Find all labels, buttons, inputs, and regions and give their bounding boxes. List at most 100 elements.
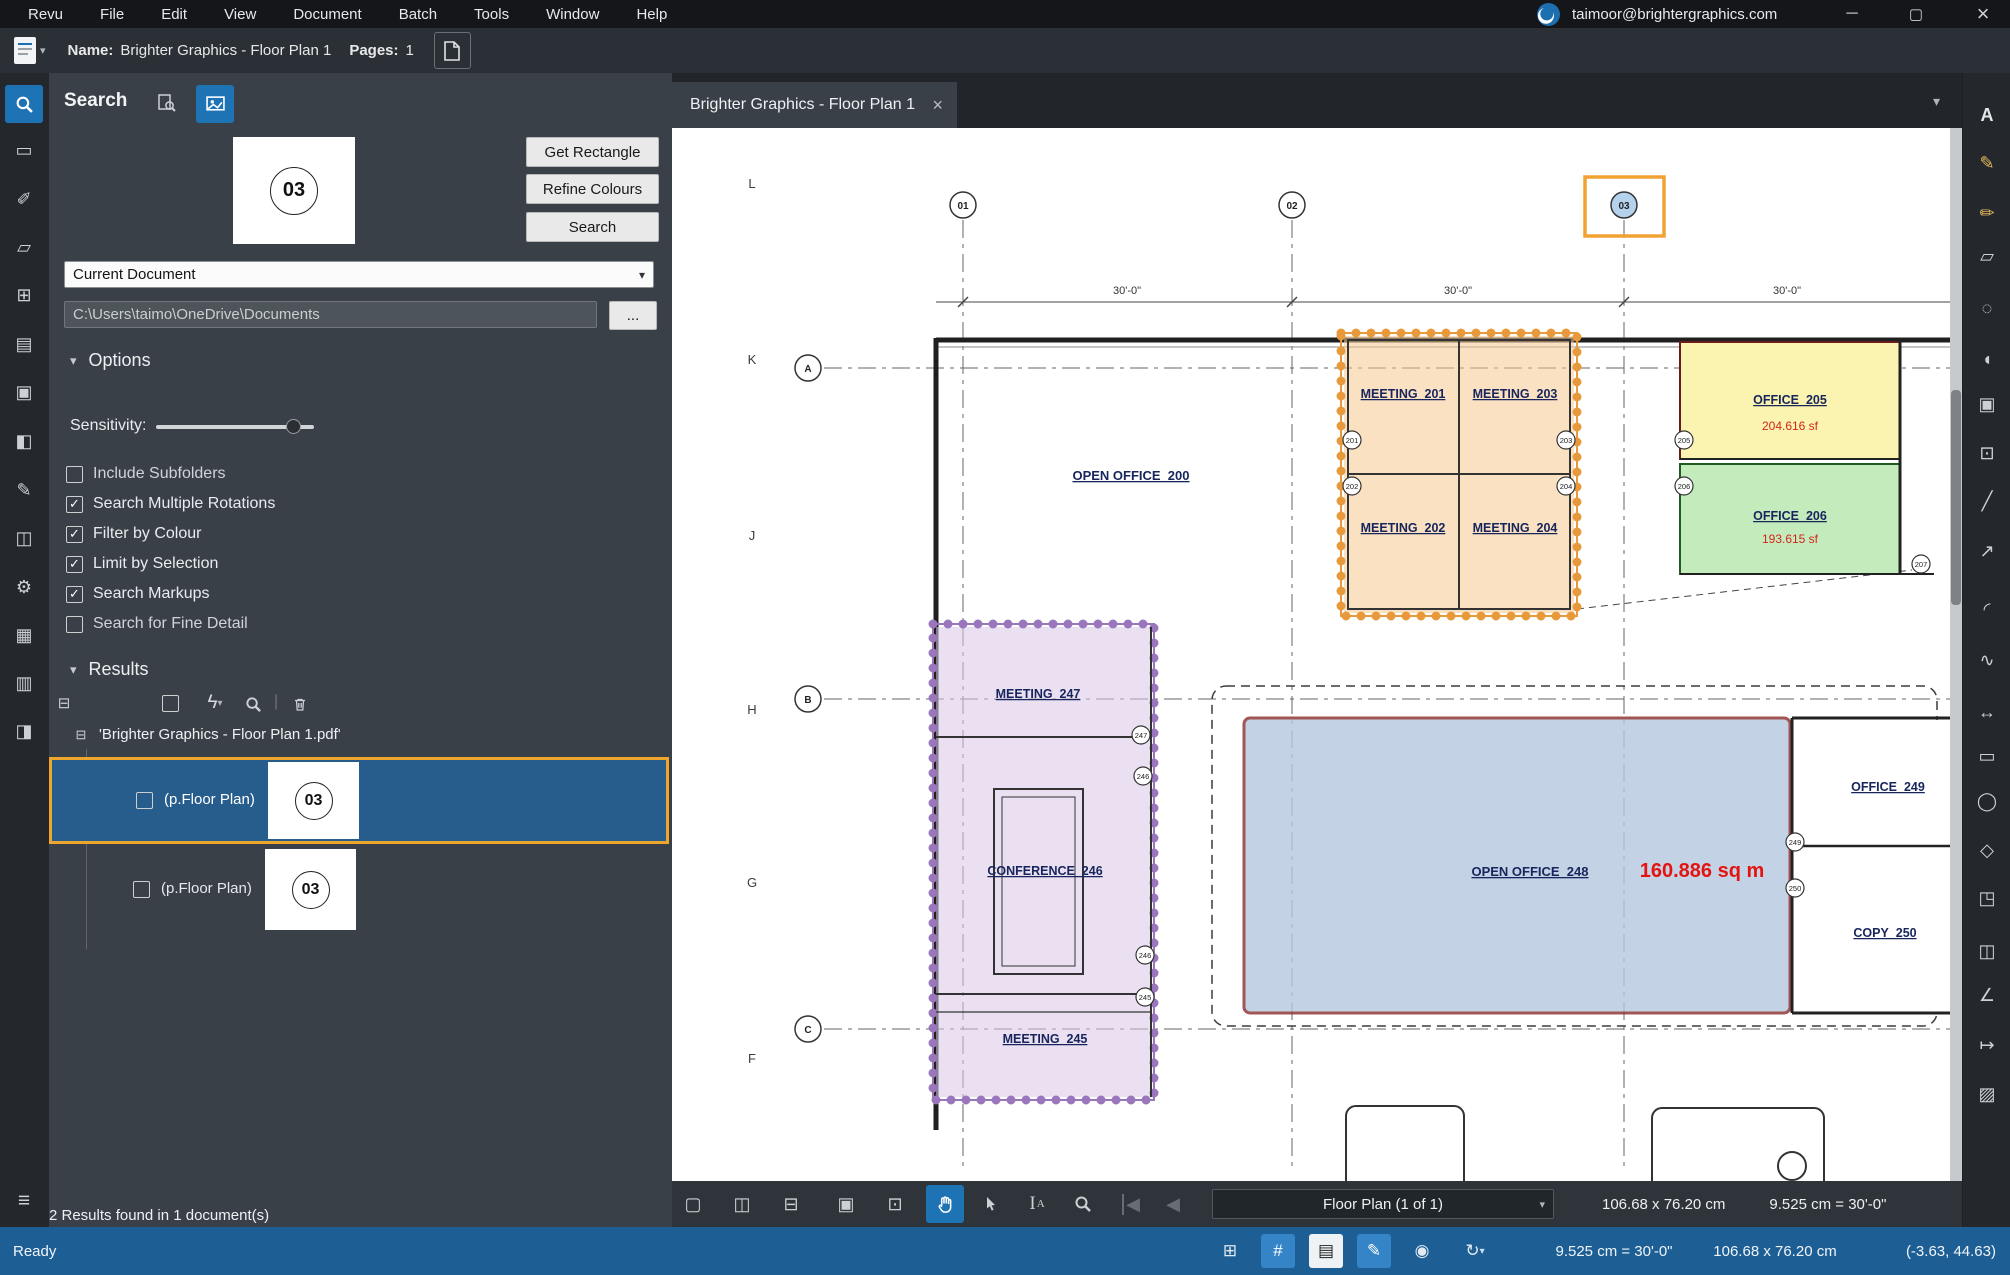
links-icon[interactable]: ◨ [5,712,43,750]
pen-tool-icon[interactable]: ✏ [1968,194,2006,232]
markup-list-icon[interactable]: ≡ [5,1182,43,1220]
checkbox-icon[interactable]: ✓ [66,496,83,513]
sensitivity-slider-knob[interactable] [286,419,301,434]
menu-tools[interactable]: Tools [474,6,509,23]
document-menu-button[interactable]: ▾ [14,37,46,64]
text-search-mode-icon[interactable] [149,85,185,121]
checkbox-search-multiple-rotations[interactable]: ✓ Search Multiple Rotations [66,495,275,513]
spaces-icon[interactable]: ▱ [5,228,43,266]
browse-button[interactable]: ... [609,301,657,330]
maximize-button[interactable]: ▢ [1899,0,1933,28]
snap-to-markup-icon[interactable]: ✎ [1357,1234,1391,1268]
polygon-tool-icon[interactable]: ◇ [1968,831,2006,869]
open-office-248-markup[interactable]: OPEN OFFICE 248 160.886 sq m [1244,718,1790,1013]
tool-chest-icon[interactable]: ▥ [5,664,43,702]
snap-to-content-icon[interactable]: ▤ [1309,1234,1343,1268]
sets-icon[interactable]: ◫ [5,519,43,557]
insert-pages-button[interactable] [434,32,471,69]
search-panel-icon[interactable] [5,85,43,123]
first-page-icon[interactable]: ◀ [1112,1185,1150,1223]
visual-search-mode-icon[interactable] [196,85,234,123]
checkbox-filter-by-colour[interactable]: ✓ Filter by Colour [66,525,201,543]
lasso-tool-icon[interactable]: ◌ [1968,289,2006,327]
search-scope-select[interactable]: Current Document ▾ [64,261,654,288]
minimize-button[interactable]: ─ [1835,0,1869,28]
floor-plan-canvas[interactable]: 30'-0" 30'-0" 30'-0" L K J H G F 01 02 0… [672,128,1950,1181]
reuse-markup-icon[interactable]: ↻▾ [1453,1234,1497,1268]
document-tab[interactable]: Brighter Graphics - Floor Plan 1 × [672,82,957,128]
ink-icon[interactable]: ◉ [1405,1234,1439,1268]
checkbox-search-markups[interactable]: ✓ Search Markups [66,585,210,603]
zoom-tool-icon[interactable] [1064,1185,1102,1223]
studio-icon[interactable]: ▦ [5,616,43,654]
text-select-tool-icon[interactable]: IA [1018,1185,1056,1223]
grid-icon[interactable]: ⊞ [1213,1234,1247,1268]
search-preview-thumbnail[interactable]: 03 [233,137,355,244]
compare-tool-icon[interactable]: ◫ [1968,932,2006,970]
collapse-all-icon[interactable]: ⊟ [54,693,74,713]
result-thumbnail[interactable]: 03 [265,849,356,930]
menu-document[interactable]: Document [293,6,361,23]
search-result-row[interactable]: ✓ (p.Floor Plan) 03 [49,844,669,936]
measure-tool-icon[interactable]: ↦ [1968,1026,2006,1064]
refine-colours-button[interactable]: Refine Colours [526,174,659,204]
get-rectangle-button[interactable]: Get Rectangle [526,137,659,167]
image-tool-icon[interactable]: ▣ [1968,385,2006,423]
checkbox-icon[interactable]: ✓ [66,586,83,603]
zoom-to-result-icon[interactable] [241,693,265,715]
pan-tool-icon[interactable] [926,1185,964,1223]
results-file-row[interactable]: ⊟ 'Brighter Graphics - Floor Plan 1.pdf' [73,726,341,743]
result-checkbox[interactable]: ✓ [136,792,153,809]
settings-icon[interactable]: ⚙ [5,568,43,606]
checkbox-include-subfolders[interactable]: ✓ Include Subfolders [66,465,226,483]
close-button[interactable]: × [1964,0,2002,28]
forms-icon[interactable]: ✎ [5,471,43,509]
hatch-tool-icon[interactable]: ▨ [1968,1075,2006,1113]
checkbox-icon[interactable]: ✓ [66,526,83,543]
thumbnails-icon[interactable]: ⊞ [5,276,43,314]
split-view-icon[interactable]: ⊟ [772,1185,810,1223]
arc-tool-icon[interactable]: ◜ [1968,590,2006,628]
results-header[interactable]: ▾ Results [70,659,149,680]
arrow-tool-icon[interactable]: ↗ [1968,532,2006,570]
bookmarks-icon[interactable]: ▤ [5,325,43,363]
checkbox-icon[interactable]: ✓ [66,466,83,483]
checkbox-icon[interactable]: ✓ [66,556,83,573]
single-page-view-icon[interactable]: ▢ [674,1185,712,1223]
search-button[interactable]: Search [526,212,659,242]
highlighter-tool-icon[interactable]: ✎ [1968,144,2006,182]
checkbox-limit-by-selection[interactable]: ✓ Limit by Selection [66,555,218,573]
account-email[interactable]: taimoor@brightergraphics.com [1572,6,1777,23]
result-checkbox[interactable]: ✓ [133,881,150,898]
checkbox-search-fine-detail[interactable]: ✓ Search for Fine Detail [66,615,248,633]
delete-result-icon[interactable] [287,692,313,716]
apply-action-icon[interactable]: ϟ▾ [199,691,231,715]
fit-page-icon[interactable]: ⊡ [876,1185,914,1223]
eraser-tool-icon[interactable]: ▱ [1968,237,2006,275]
options-header[interactable]: ▾ Options [70,350,151,371]
rectangle-tool-icon[interactable]: ▭ [1968,737,2006,775]
menu-view[interactable]: View [224,6,256,23]
close-tab-icon[interactable]: × [932,95,943,116]
snap-to-grid-icon[interactable]: # [1261,1234,1295,1268]
insert-page-icon[interactable]: ▣ [827,1185,865,1223]
select-tool-icon[interactable] [972,1185,1010,1223]
angle-tool-icon[interactable]: ∠ [1968,976,2006,1014]
menu-batch[interactable]: Batch [399,6,437,23]
layers-icon[interactable]: ◧ [5,422,43,460]
scrollbar-thumb[interactable] [1951,390,1961,605]
checkbox-icon[interactable]: ✓ [66,616,83,633]
callout-tool-icon[interactable]: ◖ [1968,340,2006,378]
document-canvas[interactable]: 30'-0" 30'-0" 30'-0" L K J H G F 01 02 0… [672,128,1950,1181]
search-path-input[interactable]: C:\Users\taimo\OneDrive\Documents [64,301,597,328]
text-tool-icon[interactable]: A [1968,96,2006,134]
menu-edit[interactable]: Edit [161,6,187,23]
previous-page-icon[interactable]: ◀ [1154,1185,1192,1223]
vertical-scrollbar[interactable] [1950,128,1962,1181]
ellipse-tool-icon[interactable]: ◯ [1968,782,2006,820]
page-navigation-select[interactable]: Floor Plan (1 of 1) ▾ [1212,1189,1554,1219]
select-all-results-checkbox[interactable]: ✓ [162,695,179,712]
search-result-row-selected[interactable]: ✓ (p.Floor Plan) 03 [49,757,669,844]
menu-window[interactable]: Window [546,6,599,23]
crop-tool-icon[interactable]: ◳ [1968,879,2006,917]
